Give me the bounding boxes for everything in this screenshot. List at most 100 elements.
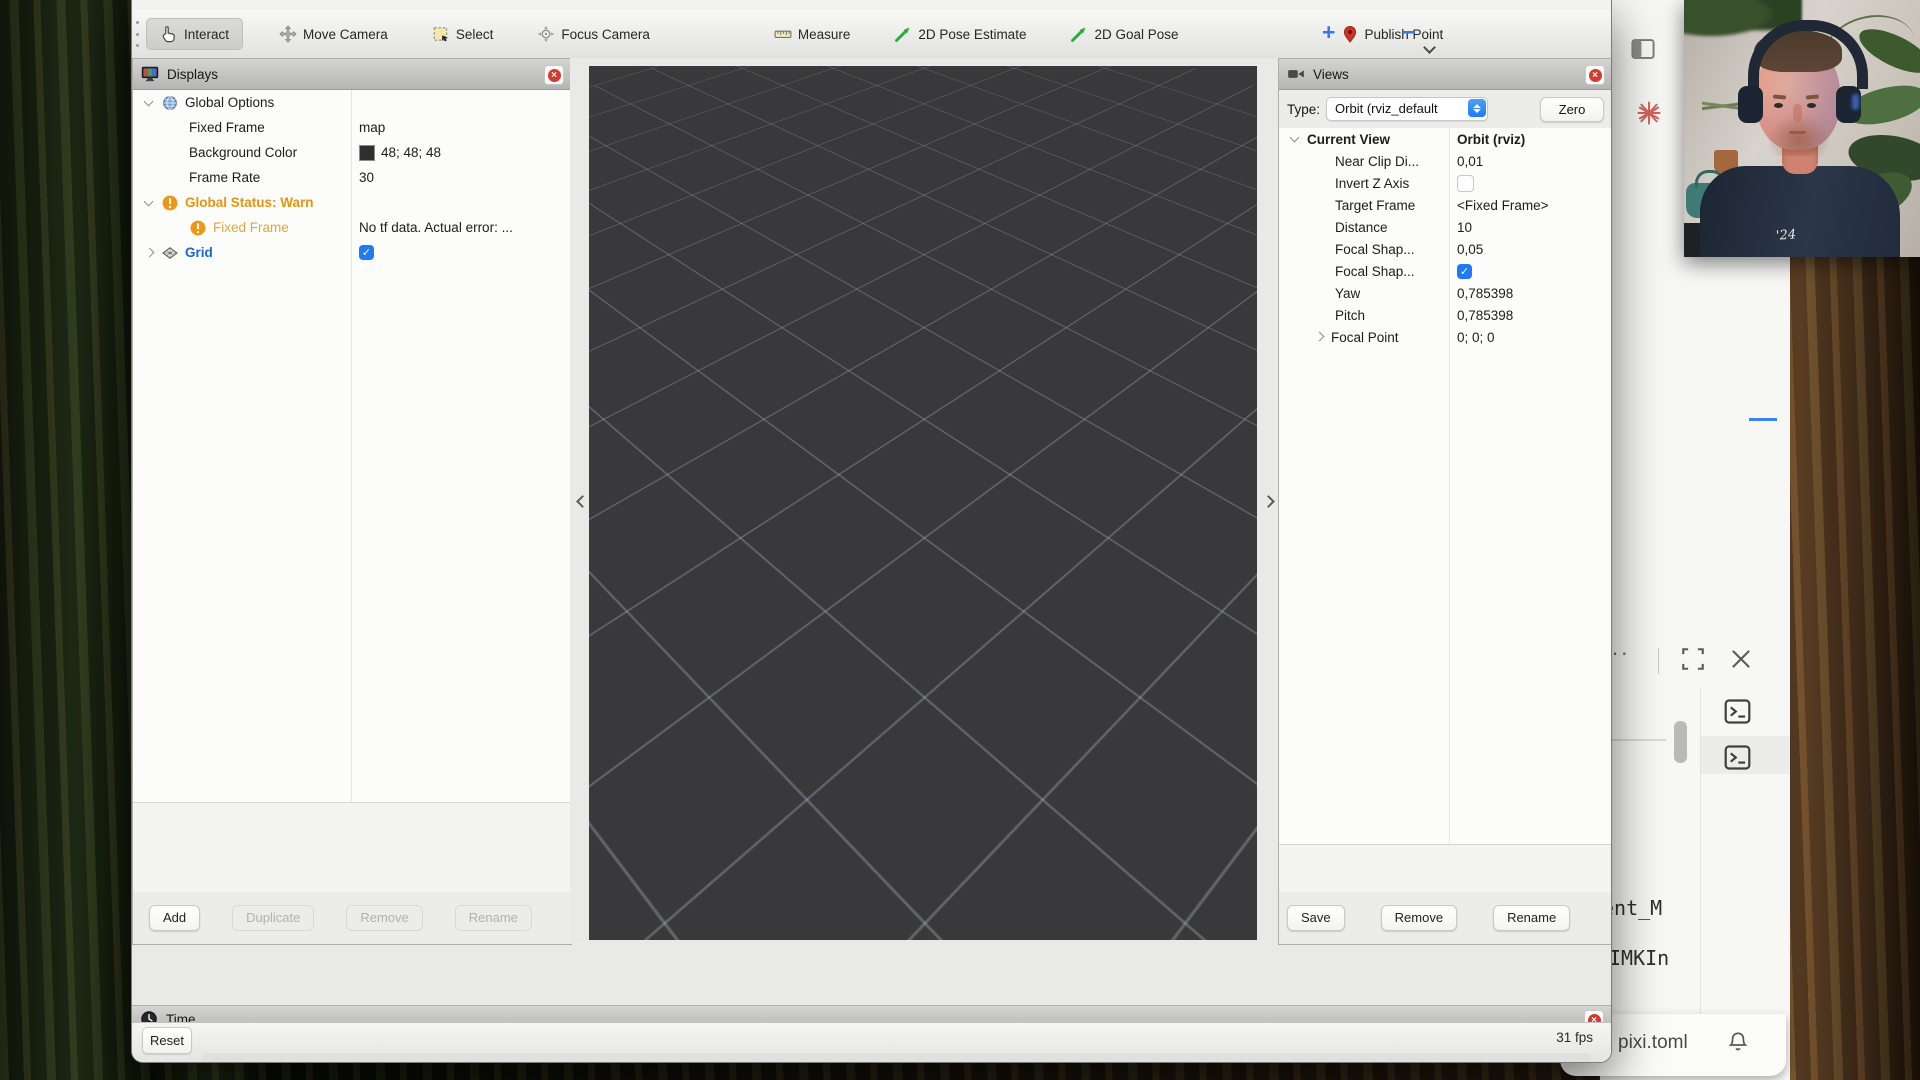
views-tree: Current ViewOrbit (rviz)Near Clip Di...0… [1279, 128, 1612, 845]
toolbar-item-focus-camera[interactable]: Focus Camera [531, 19, 656, 49]
expander-right-icon[interactable] [1311, 331, 1331, 343]
panel-title: Displays [167, 67, 218, 82]
tree-row[interactable]: Fixed Frame No tf data. Actual error: ... [133, 215, 571, 240]
close-panel-button[interactable]: × [544, 65, 564, 85]
tree-row-value-text: 0,05 [1457, 242, 1483, 257]
fps-counter: 31 fps [1556, 1030, 1593, 1045]
warn-icon [161, 194, 179, 212]
terminal-icon[interactable] [1724, 744, 1751, 771]
titlebar-remnant [132, 0, 1611, 10]
tree-row-value-text: 10 [1457, 220, 1472, 235]
tree-row[interactable]: Frame Rate30 [133, 165, 571, 190]
toolbar-overflow-chevron-icon[interactable] [1425, 43, 1434, 52]
scrollbar-thumb[interactable] [1674, 721, 1687, 763]
add-tool-button[interactable]: + [1322, 19, 1335, 46]
reset-button[interactable]: Reset [142, 1027, 192, 1054]
remove-tool-button[interactable]: − [1402, 19, 1415, 46]
sidebar-toggle-icon[interactable] [1630, 36, 1656, 62]
tree-row-value: 0,01 [1457, 154, 1483, 169]
tree-row[interactable]: Invert Z Axis [1279, 172, 1612, 194]
bell-icon[interactable] [1726, 1030, 1750, 1054]
tree-row[interactable]: Near Clip Di...0,01 [1279, 150, 1612, 172]
displays-panel-header[interactable]: Displays × [133, 59, 571, 90]
terminal-text-line: IMKIn [1609, 946, 1669, 970]
tree-row[interactable]: Focal Shap... ✓ [1279, 260, 1612, 282]
tree-row[interactable]: Target Frame<Fixed Frame> [1279, 194, 1612, 216]
fullscreen-icon[interactable] [1680, 646, 1706, 672]
color-swatch [359, 145, 375, 161]
tree-row[interactable]: Global Options [133, 90, 571, 115]
tree-row-label: Distance [1335, 220, 1388, 235]
tree-row[interactable]: Focal Point 0; 0; 0 [1279, 326, 1612, 348]
select-box-icon [432, 25, 450, 43]
save-button[interactable]: Save [1287, 905, 1345, 931]
terminal-icon[interactable] [1724, 698, 1751, 725]
tree-row[interactable]: Background Color48; 48; 48 [133, 140, 571, 165]
rename-button[interactable]: Rename [1493, 905, 1570, 931]
view-type-dropdown[interactable]: Orbit (rviz_default [1326, 97, 1488, 121]
toolbar-item-select[interactable]: Select [426, 19, 500, 49]
chevron-right-icon[interactable] [1264, 497, 1272, 505]
pane-splitter-left[interactable] [570, 58, 589, 943]
webcam-eye [1774, 103, 1783, 108]
tree-row[interactable]: Yaw0,785398 [1279, 282, 1612, 304]
toolbar-item-move-camera[interactable]: Move Camera [273, 19, 394, 49]
tree-row[interactable]: Grid✓ [133, 240, 571, 265]
tree-row-value-text: No tf data. Actual error: ... [359, 220, 513, 235]
pane-splitter-right[interactable] [1257, 58, 1278, 943]
webcam-person-shirt [1700, 166, 1900, 257]
expander-down-icon[interactable] [1287, 133, 1307, 145]
tree-row-value: 48; 48; 48 [359, 145, 441, 161]
tree-row-label: Frame Rate [189, 170, 260, 185]
grid-plane-wrap [589, 66, 1257, 940]
tree-row[interactable]: Fixed Framemap [133, 115, 571, 140]
checkbox-checked-icon[interactable]: ✓ [359, 245, 374, 260]
tree-row-value-text: 0,785398 [1457, 286, 1513, 301]
close-panel-button[interactable]: × [1585, 65, 1605, 85]
tree-row-label: Focal Shap... [1335, 264, 1415, 279]
tree-row-label: Focal Point [1331, 330, 1399, 345]
checkbox-checked-icon[interactable]: ✓ [1457, 264, 1472, 279]
stepper-icon[interactable] [1468, 99, 1486, 117]
views-panel-header[interactable]: Views × [1279, 59, 1612, 90]
expander-down-icon[interactable] [141, 97, 161, 109]
pose-arrow-icon [894, 25, 912, 43]
tree-row-value: 0,785398 [1457, 286, 1513, 301]
remove-button[interactable]: Remove [1381, 905, 1457, 931]
displays-tree: Global OptionsFixed FramemapBackground C… [133, 90, 571, 803]
toolbar-drag-handle[interactable] [136, 21, 142, 47]
webcam-eye [1807, 103, 1816, 108]
tree-row[interactable]: Current ViewOrbit (rviz) [1279, 128, 1612, 150]
expander-right-icon[interactable] [141, 247, 161, 259]
close-icon[interactable] [1728, 646, 1754, 672]
toolbar-item-measure[interactable]: Measure [768, 19, 857, 49]
tree-row-value: ✓ [1457, 264, 1472, 279]
tree-row-label: Invert Z Axis [1335, 176, 1409, 191]
checkbox-unchecked-icon[interactable] [1457, 175, 1474, 192]
tree-row-label: Fixed Frame [213, 220, 289, 235]
tree-row[interactable]: Focal Shap...0,05 [1279, 238, 1612, 260]
webcam-mouth [1789, 131, 1806, 134]
tree-row[interactable]: Pitch0,785398 [1279, 304, 1612, 326]
toolbar: Interact Move Camera Select Focus Camera Mea… [132, 10, 1611, 59]
zero-button[interactable]: Zero [1540, 97, 1604, 122]
tree-row-value-text: 0; 0; 0 [1457, 330, 1495, 345]
3d-viewport[interactable] [589, 66, 1257, 940]
webcam-headphone-cup [1738, 86, 1763, 123]
chevron-left-icon[interactable] [576, 497, 584, 505]
warn-icon [189, 219, 207, 237]
toolbar-item-label: 2D Pose Estimate [918, 27, 1026, 42]
toolbar-item-interact[interactable]: Interact [146, 18, 243, 50]
file-name[interactable]: pixi.toml [1618, 1032, 1688, 1054]
focus-camera-icon [537, 25, 555, 43]
toolbar-item-2d-goal-pose[interactable]: 2D Goal Pose [1064, 19, 1184, 49]
views-buttons: Save Remove Rename [1279, 892, 1612, 944]
expander-down-icon[interactable] [141, 197, 161, 209]
tree-row-value: <Fixed Frame> [1457, 198, 1549, 213]
toolbar-items: Interact Move Camera Select Focus Camera Mea… [146, 10, 1481, 58]
add-button[interactable]: Add [149, 905, 200, 931]
monitor-icon [141, 65, 159, 83]
tree-row[interactable]: Global Status: Warn [133, 190, 571, 215]
tree-row[interactable]: Distance 10 [1279, 216, 1612, 238]
toolbar-item-2d-pose-estimate[interactable]: 2D Pose Estimate [888, 19, 1032, 49]
